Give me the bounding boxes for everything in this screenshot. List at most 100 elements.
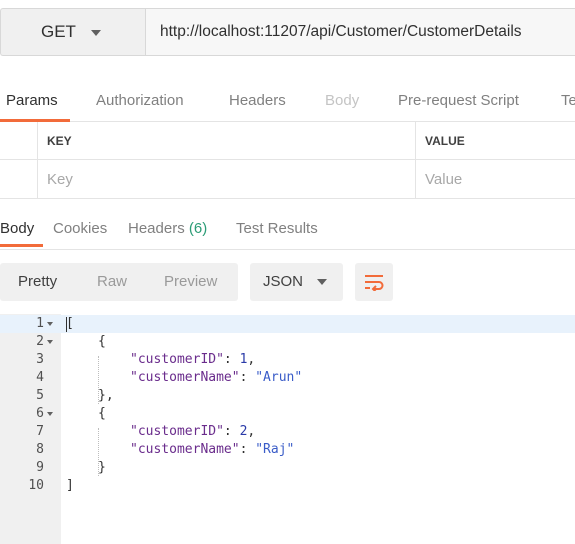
- value-column-header: VALUE: [416, 122, 575, 159]
- line-number-cell: 4: [0, 369, 44, 387]
- tab-params[interactable]: Params: [6, 92, 58, 109]
- json-key: "customerName": [130, 442, 240, 457]
- headers-count-badge: (6): [188, 220, 208, 237]
- value-placeholder: Value: [425, 170, 463, 188]
- code-line: 6{: [0, 405, 575, 423]
- line-number: 7: [36, 424, 44, 439]
- json-key: "customerID": [130, 352, 224, 367]
- code-token: ,: [247, 352, 256, 367]
- line-number: 5: [36, 388, 44, 403]
- wrap-lines-button[interactable]: [355, 263, 393, 301]
- code-token: {: [98, 406, 106, 421]
- line-number-cell: 2: [0, 333, 44, 351]
- code-line: 1[: [0, 315, 575, 333]
- request-tabs: Params Authorization Headers Body Pre-re…: [0, 80, 575, 122]
- active-response-tab-indicator: [0, 244, 43, 247]
- line-number: 4: [36, 370, 44, 385]
- response-body-viewer[interactable]: 1[2{3 "customerID": 1, 4 "customerName": "A…: [0, 314, 575, 544]
- response-tabs: Body Cookies Headers (6) Test Results: [0, 208, 575, 250]
- json-value: "Raj": [255, 442, 295, 457]
- method-label: GET: [41, 22, 76, 41]
- pretty-button[interactable]: Pretty: [18, 273, 57, 290]
- url-input[interactable]: http://localhost:11207/api/Customer/Cust…: [145, 8, 575, 56]
- code-line: 7 "customerID": 2,: [0, 423, 575, 441]
- code-token: ]: [66, 478, 74, 493]
- line-number-cell: 1: [0, 315, 44, 333]
- key-input[interactable]: Key: [38, 160, 416, 198]
- line-number-cell: 6: [0, 405, 44, 423]
- tab-headers[interactable]: Headers: [229, 92, 286, 109]
- tab-response-body[interactable]: Body: [0, 220, 34, 237]
- key-header-label: KEY: [47, 133, 72, 148]
- code-token: },: [98, 388, 114, 403]
- line-number-cell: 9: [0, 459, 44, 477]
- code-text: "customerID": 1,: [130, 352, 256, 367]
- response-toolbar: Pretty Raw Preview JSON: [0, 263, 575, 301]
- code-token: {: [98, 334, 106, 349]
- code-line: 4 "customerName": "Arun": [0, 369, 575, 387]
- code-text: "customerName": "Arun": [130, 370, 303, 385]
- format-select[interactable]: JSON: [250, 263, 343, 301]
- tab-body[interactable]: Body: [325, 92, 359, 109]
- code-line: 3 "customerID": 1,: [0, 351, 575, 369]
- method-select[interactable]: GET: [0, 8, 145, 56]
- code-line: 8 "customerName": "Raj": [0, 441, 575, 459]
- tab-test-results[interactable]: Test Results: [236, 220, 318, 237]
- tab-tests[interactable]: Te: [561, 92, 575, 109]
- tab-pre-request-script[interactable]: Pre-request Script: [398, 92, 519, 109]
- fold-toggle-icon[interactable]: [47, 340, 53, 344]
- code-line: 10]: [0, 477, 575, 495]
- row-handle-cell: [0, 122, 38, 159]
- line-number: 6: [36, 406, 44, 421]
- row-handle-cell: [0, 160, 38, 198]
- code-text: {: [98, 405, 106, 423]
- line-number-cell: 10: [0, 477, 44, 495]
- request-bar: GET http://localhost:11207/api/Customer/…: [0, 0, 575, 71]
- fold-toggle-icon[interactable]: [47, 322, 53, 326]
- value-header-label: VALUE: [425, 133, 465, 148]
- key-column-header: KEY: [38, 122, 416, 159]
- wrap-lines-icon: [365, 275, 384, 291]
- code-line: 5},: [0, 387, 575, 405]
- params-row: Key Value: [0, 160, 575, 199]
- preview-button[interactable]: Preview: [164, 273, 217, 290]
- line-number: 9: [36, 460, 44, 475]
- line-number: 2: [36, 334, 44, 349]
- key-placeholder: Key: [47, 170, 73, 188]
- chevron-down-icon: [91, 30, 101, 36]
- code-text: }: [98, 459, 106, 477]
- line-number: 1: [36, 316, 44, 331]
- line-number-cell: 7: [0, 423, 44, 441]
- view-mode-group: Pretty Raw Preview: [0, 263, 238, 301]
- json-value: "Arun": [255, 370, 303, 385]
- line-number-cell: 5: [0, 387, 44, 405]
- line-number-cell: 8: [0, 441, 44, 459]
- json-key: "customerID": [130, 424, 224, 439]
- json-key: "customerName": [130, 370, 240, 385]
- value-input[interactable]: Value: [416, 160, 575, 198]
- code-token: }: [98, 460, 106, 475]
- params-header-row: KEY VALUE: [0, 122, 575, 160]
- chevron-down-icon: [317, 279, 327, 285]
- line-number: 10: [28, 478, 44, 493]
- code-line: 9}: [0, 459, 575, 477]
- tab-authorization[interactable]: Authorization: [96, 92, 184, 109]
- text-cursor: [66, 317, 67, 332]
- code-text: "customerName": "Raj": [130, 442, 295, 457]
- code-text: ]: [66, 477, 74, 495]
- tab-cookies[interactable]: Cookies: [53, 220, 107, 237]
- tab-response-headers[interactable]: Headers (6): [128, 220, 207, 237]
- line-number-cell: 3: [0, 351, 44, 369]
- fold-toggle-icon[interactable]: [47, 412, 53, 416]
- raw-button[interactable]: Raw: [97, 273, 127, 290]
- code-text: },: [98, 387, 114, 405]
- code-text: {: [98, 333, 106, 351]
- code-text: [: [66, 315, 74, 333]
- headers-label: Headers: [128, 220, 185, 237]
- params-table: KEY VALUE Key Value: [0, 122, 575, 199]
- code-text: "customerID": 2,: [130, 424, 256, 439]
- format-label: JSON: [263, 273, 304, 290]
- line-number: 8: [36, 442, 44, 457]
- code-line: 2{: [0, 333, 575, 351]
- code-token: ,: [247, 424, 256, 439]
